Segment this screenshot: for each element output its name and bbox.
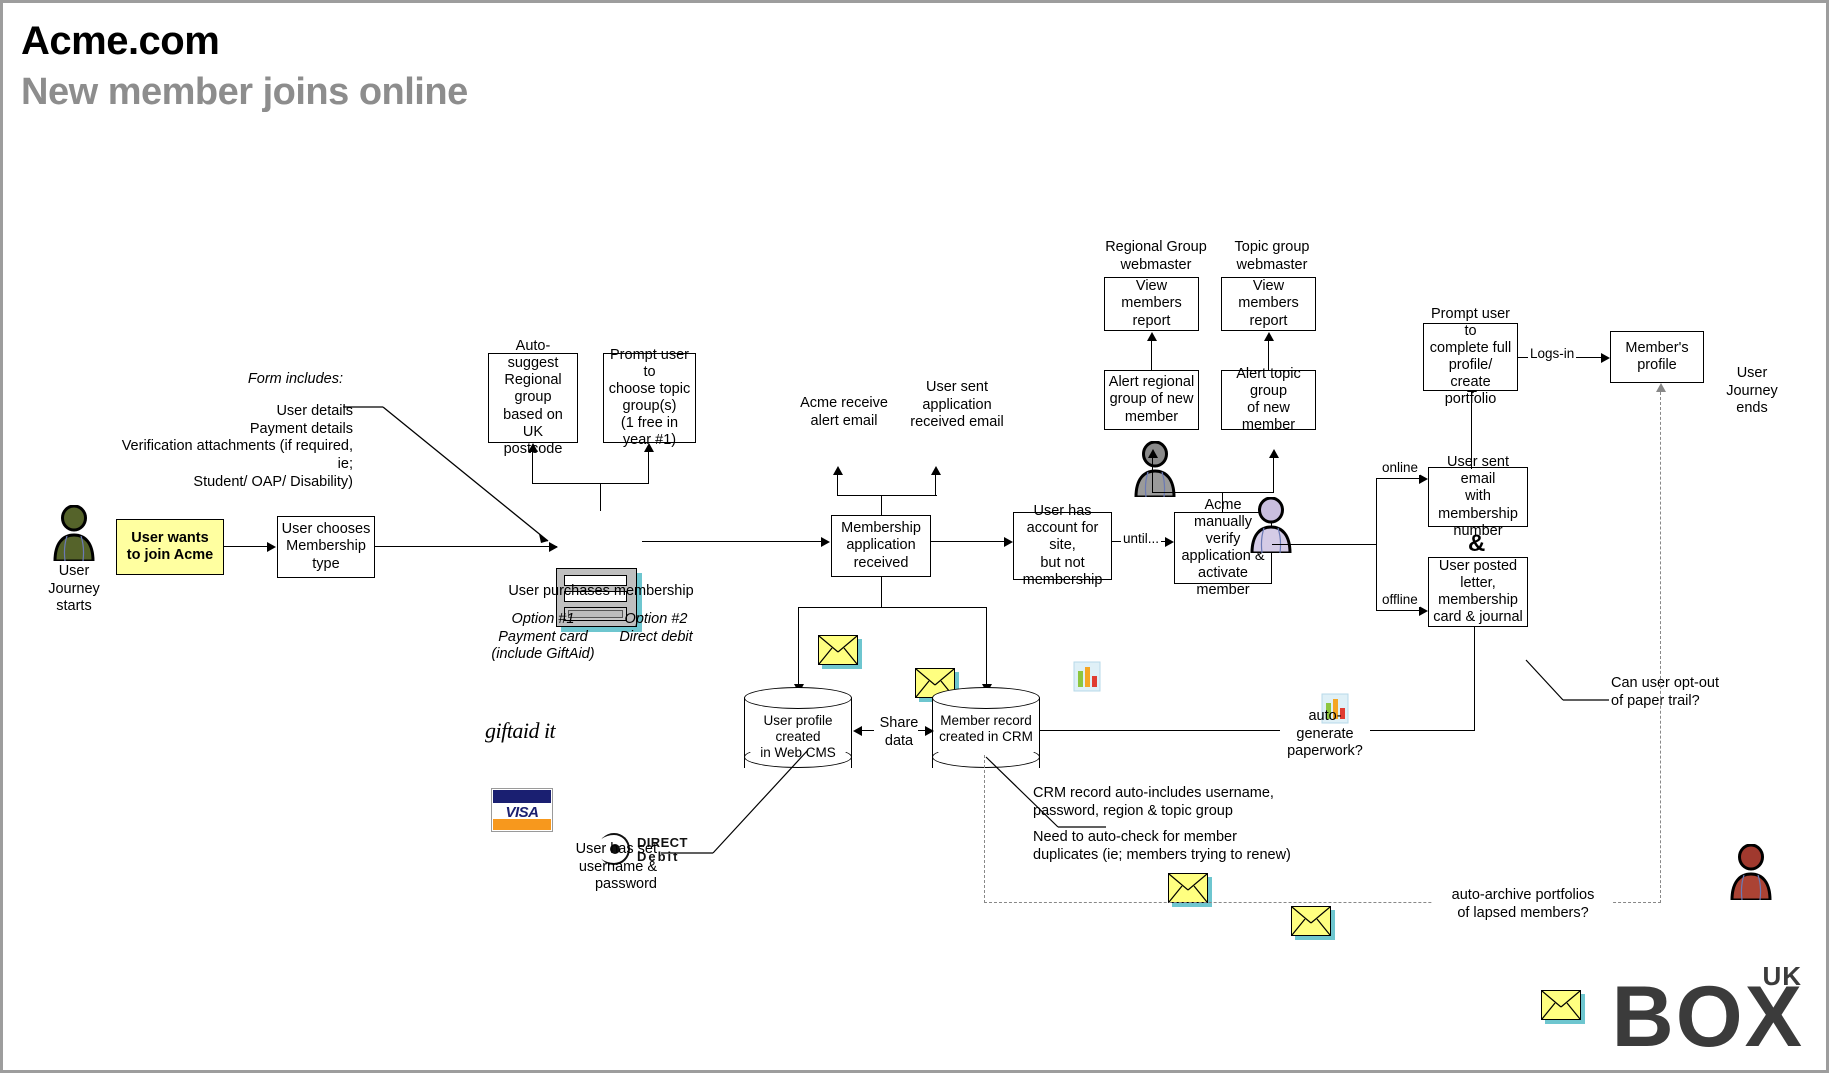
- edge-label-auto-archive: auto-archive portfolios of lapsed member…: [1433, 887, 1613, 923]
- edge-db-split: [798, 607, 987, 609]
- box-uk-superscript: UK: [1762, 960, 1802, 991]
- label-acme-receive-alert-email: Acme receive alert email: [800, 395, 888, 429]
- arrow-head: [853, 726, 862, 736]
- annotation-username-password: User has set username & password: [575, 841, 657, 893]
- node-prompt-topic-group[interactable]: Prompt user to choose topic group(s) (1 …: [603, 347, 696, 448]
- user-journey-start-icon: [51, 505, 97, 561]
- node-alert-topic-group[interactable]: Alert topic group of new member: [1221, 366, 1316, 433]
- edge-label-online: online: [1380, 460, 1421, 475]
- edge-verify-split: [1152, 492, 1274, 494]
- edge-label-auto-generate: auto- generate paperwork?: [1287, 708, 1363, 760]
- user-journey-end-label: User Journey ends: [1726, 365, 1778, 417]
- giftaid-logo: giftaid it: [485, 718, 556, 743]
- edge-verify-riser: [1222, 492, 1224, 512]
- edge-email-split: [837, 495, 937, 497]
- email-icon-alert-topic: [1291, 906, 1335, 940]
- page-title: Acme.com: [21, 19, 220, 63]
- edge-to-alert-regional: [1152, 458, 1154, 493]
- arrow-head: [1165, 537, 1174, 547]
- arrow-head: [1269, 449, 1279, 458]
- edge-to-cms-db: [798, 607, 800, 687]
- edge-purchase-riser: [600, 483, 602, 511]
- node-auto-suggest-regional-group[interactable]: Auto-suggest Regional group based on UK …: [488, 338, 578, 457]
- edge-application-down: [881, 577, 883, 607]
- members-report-icon-regional: [1073, 661, 1103, 693]
- arrow-head: [1147, 332, 1157, 341]
- edge-alert-regional-to-report: [1151, 341, 1153, 370]
- edge-online-offline-vertical: [1376, 478, 1378, 611]
- edge-to-user-email: [935, 475, 937, 496]
- email-icon-membership-number: [1541, 990, 1585, 1024]
- node-view-members-report-topic[interactable]: View members report: [1221, 277, 1316, 331]
- arrow-head: [1264, 332, 1274, 341]
- annotation-opt-out-paper-trail: Can user opt-out of paper trail?: [1611, 675, 1720, 709]
- arrow-head: [1148, 449, 1158, 458]
- node-membership-application-received[interactable]: Membership application received: [831, 515, 931, 577]
- arrow-head: [931, 466, 941, 475]
- arrow-head: [1601, 353, 1610, 363]
- annotation-option-2: Option #2 Direct debit: [619, 611, 693, 645]
- node-view-members-report-regional[interactable]: View members report: [1104, 277, 1199, 331]
- diagram-canvas: Acme.com New member joins online User Jo…: [0, 0, 1829, 1073]
- node-user-posted-letter[interactable]: User posted letter, membership card & jo…: [1428, 557, 1528, 627]
- topic-group-webmaster-label: Topic group webmaster: [1234, 239, 1310, 273]
- node-user-sent-email-membership-number[interactable]: User sent email with membership number: [1428, 454, 1528, 539]
- node-purchase-caption: User purchases membership: [508, 583, 694, 599]
- edge-to-acme-email: [837, 475, 839, 496]
- arrow-head: [821, 537, 830, 547]
- email-icon-acme-alert: [818, 635, 862, 669]
- edge-label-offline: offline: [1380, 592, 1420, 607]
- edge-to-alert-topic: [1273, 458, 1275, 493]
- edge-crm-to-paperwork-b: [1370, 730, 1475, 732]
- edge-to-crm-db: [986, 607, 988, 687]
- arrow-head: [1004, 537, 1013, 547]
- node-prompt-full-profile[interactable]: Prompt user to complete full profile/ cr…: [1423, 306, 1518, 407]
- edge-to-auto-suggest: [532, 452, 534, 484]
- edge-label-until: until...: [1121, 531, 1162, 546]
- edge-purchase-split: [532, 483, 649, 485]
- edge-crm-to-paperwork-a: [1040, 730, 1280, 732]
- page-subtitle: New member joins online: [21, 71, 468, 113]
- annotation-crm-includes: CRM record auto-includes username, passw…: [1033, 785, 1274, 819]
- label-user-sent-application-email: User sent application received email: [910, 379, 1004, 431]
- label-ampersand: &: [1468, 530, 1486, 557]
- node-start-sticky[interactable]: User wants to join Acme: [116, 519, 224, 575]
- edge-archive-left-vertical: [984, 755, 985, 903]
- arrow-head: [528, 443, 538, 452]
- edge-verify-to-split: [1272, 544, 1377, 546]
- annotation-option-1: Option #1 Payment card (include GiftAid): [491, 611, 595, 663]
- edge-start-to-choose: [224, 546, 268, 548]
- edge-label-share-data: Share data: [879, 715, 919, 749]
- edge-to-prompt-topic: [648, 452, 650, 484]
- annotation-form-includes-body: User details Payment details Verificatio…: [121, 403, 353, 490]
- db-crm-label: Member record created in CRM: [939, 713, 1033, 745]
- arrow-head: [1419, 606, 1428, 616]
- node-members-profile[interactable]: Member's profile: [1610, 331, 1704, 383]
- arrow-head: [644, 443, 654, 452]
- arrow-head: [925, 726, 934, 736]
- user-journey-end-icon: [1728, 844, 1774, 900]
- annotation-form-includes-title: Form includes:: [247, 371, 343, 387]
- node-user-has-account[interactable]: User has account for site, but not membe…: [1013, 503, 1112, 588]
- edge-label-logs-in: Logs-in: [1528, 346, 1577, 361]
- node-alert-regional-group[interactable]: Alert regional group of new member: [1104, 370, 1199, 430]
- user-journey-start-label: User Journey starts: [48, 563, 100, 615]
- arrow-head: [1656, 383, 1666, 392]
- edge-application-riser: [881, 495, 883, 515]
- edge-purchase-to-application: [642, 541, 828, 543]
- annotation-duplicate-check: Need to auto-check for member duplicates…: [1033, 829, 1291, 863]
- edge-application-to-account: [931, 541, 1011, 543]
- box-uk-logo: BOX UK: [1612, 961, 1804, 1060]
- edge-archive-right-vertical: [1660, 392, 1661, 903]
- regional-group-webmaster-label: Regional Group webmaster: [1105, 239, 1207, 273]
- edge-paperwork-riser: [1474, 627, 1476, 731]
- visa-logo-icon: VISA: [491, 788, 553, 832]
- leader-line-username-password: [661, 749, 809, 854]
- arrow-head: [267, 542, 276, 552]
- arrow-head: [1419, 474, 1428, 484]
- arrow-head: [833, 466, 843, 475]
